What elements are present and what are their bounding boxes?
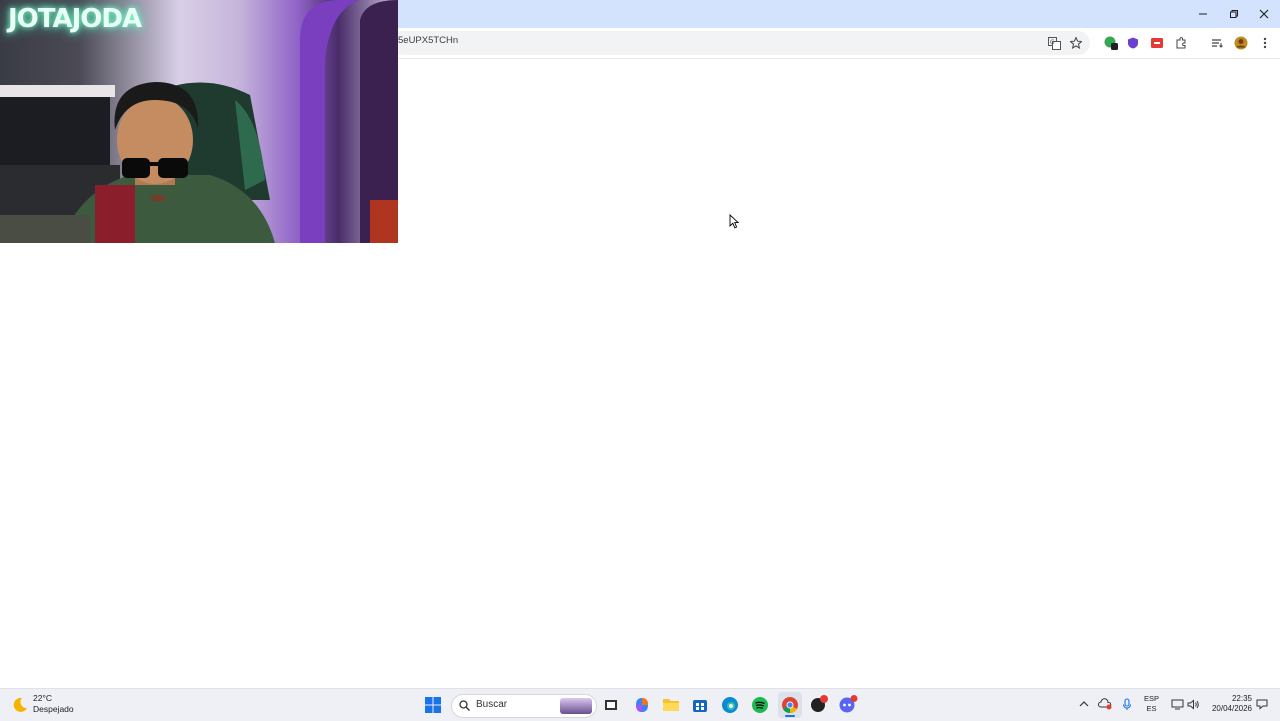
extension-brave-icon[interactable] (1124, 34, 1142, 52)
webcam-scene (0, 0, 398, 243)
spotify-icon[interactable] (751, 696, 769, 714)
extension-shield-icon[interactable] (1102, 34, 1120, 52)
task-view-icon[interactable] (604, 698, 618, 712)
edge-icon[interactable] (721, 696, 739, 714)
close-button[interactable] (1249, 4, 1279, 24)
copilot-icon[interactable] (633, 696, 651, 714)
search-placeholder: Buscar (476, 699, 508, 710)
network-icon[interactable] (1170, 697, 1184, 711)
reading-list-icon[interactable] (1208, 34, 1226, 52)
chrome-active-highlight[interactable] (778, 692, 802, 718)
microsoft-store-icon[interactable] (692, 697, 708, 713)
translate-icon[interactable]: G (1045, 34, 1063, 52)
file-explorer-icon[interactable] (662, 697, 680, 713)
webcam-overlay: JOTAJODA (0, 0, 398, 243)
close-icon (1259, 9, 1269, 19)
search-icon (459, 700, 470, 711)
clock-time: 22:35 (1231, 694, 1252, 703)
profile-avatar-icon[interactable] (1232, 34, 1250, 52)
taskbar: 22°C Despejado Buscar ESP ES 22:35 20/04… (0, 688, 1280, 721)
minimize-button[interactable] (1188, 4, 1218, 24)
svg-text:G: G (1050, 39, 1055, 46)
bookmark-star-icon[interactable] (1067, 34, 1085, 52)
taskbar-search-box[interactable]: Buscar (451, 694, 597, 718)
neon-sign: JOTAJODA (8, 4, 142, 34)
clock-date: 20/04/2026 (1211, 704, 1252, 713)
clock[interactable]: 22:35 20/04/2026 (1206, 694, 1252, 714)
menu-icon[interactable] (1256, 34, 1274, 52)
search-highlight-image[interactable] (560, 698, 592, 714)
minimize-icon (1199, 13, 1207, 15)
microphone-icon[interactable] (1120, 697, 1134, 711)
weather-temperature[interactable]: 22°C (33, 693, 52, 703)
notification-icon[interactable] (1255, 697, 1269, 711)
restore-button[interactable] (1219, 4, 1249, 24)
weather-description[interactable]: Despejado (33, 704, 74, 714)
discord-icon[interactable] (838, 694, 860, 714)
language-indicator[interactable]: ESP ES (1144, 694, 1159, 714)
weather-moon-icon[interactable] (11, 696, 29, 714)
language-code: ESP (1144, 694, 1160, 703)
address-bar[interactable]: 5eUPX5TCHn (390, 31, 1090, 55)
restore-icon (1230, 10, 1238, 18)
extensions-puzzle-icon[interactable] (1172, 34, 1190, 52)
extension-red-icon[interactable] (1148, 34, 1166, 52)
url-text[interactable]: 5eUPX5TCHn (398, 35, 458, 46)
onedrive-icon[interactable] (1098, 697, 1112, 711)
app-icon[interactable] (809, 694, 829, 714)
chevron-up-icon[interactable] (1077, 697, 1091, 711)
keyboard-layout: ES (1146, 704, 1157, 713)
volume-icon[interactable] (1186, 697, 1200, 711)
active-indicator (785, 715, 795, 717)
mouse-cursor-icon (729, 214, 739, 229)
chrome-icon (782, 697, 798, 714)
windows-start-icon[interactable] (425, 697, 441, 713)
